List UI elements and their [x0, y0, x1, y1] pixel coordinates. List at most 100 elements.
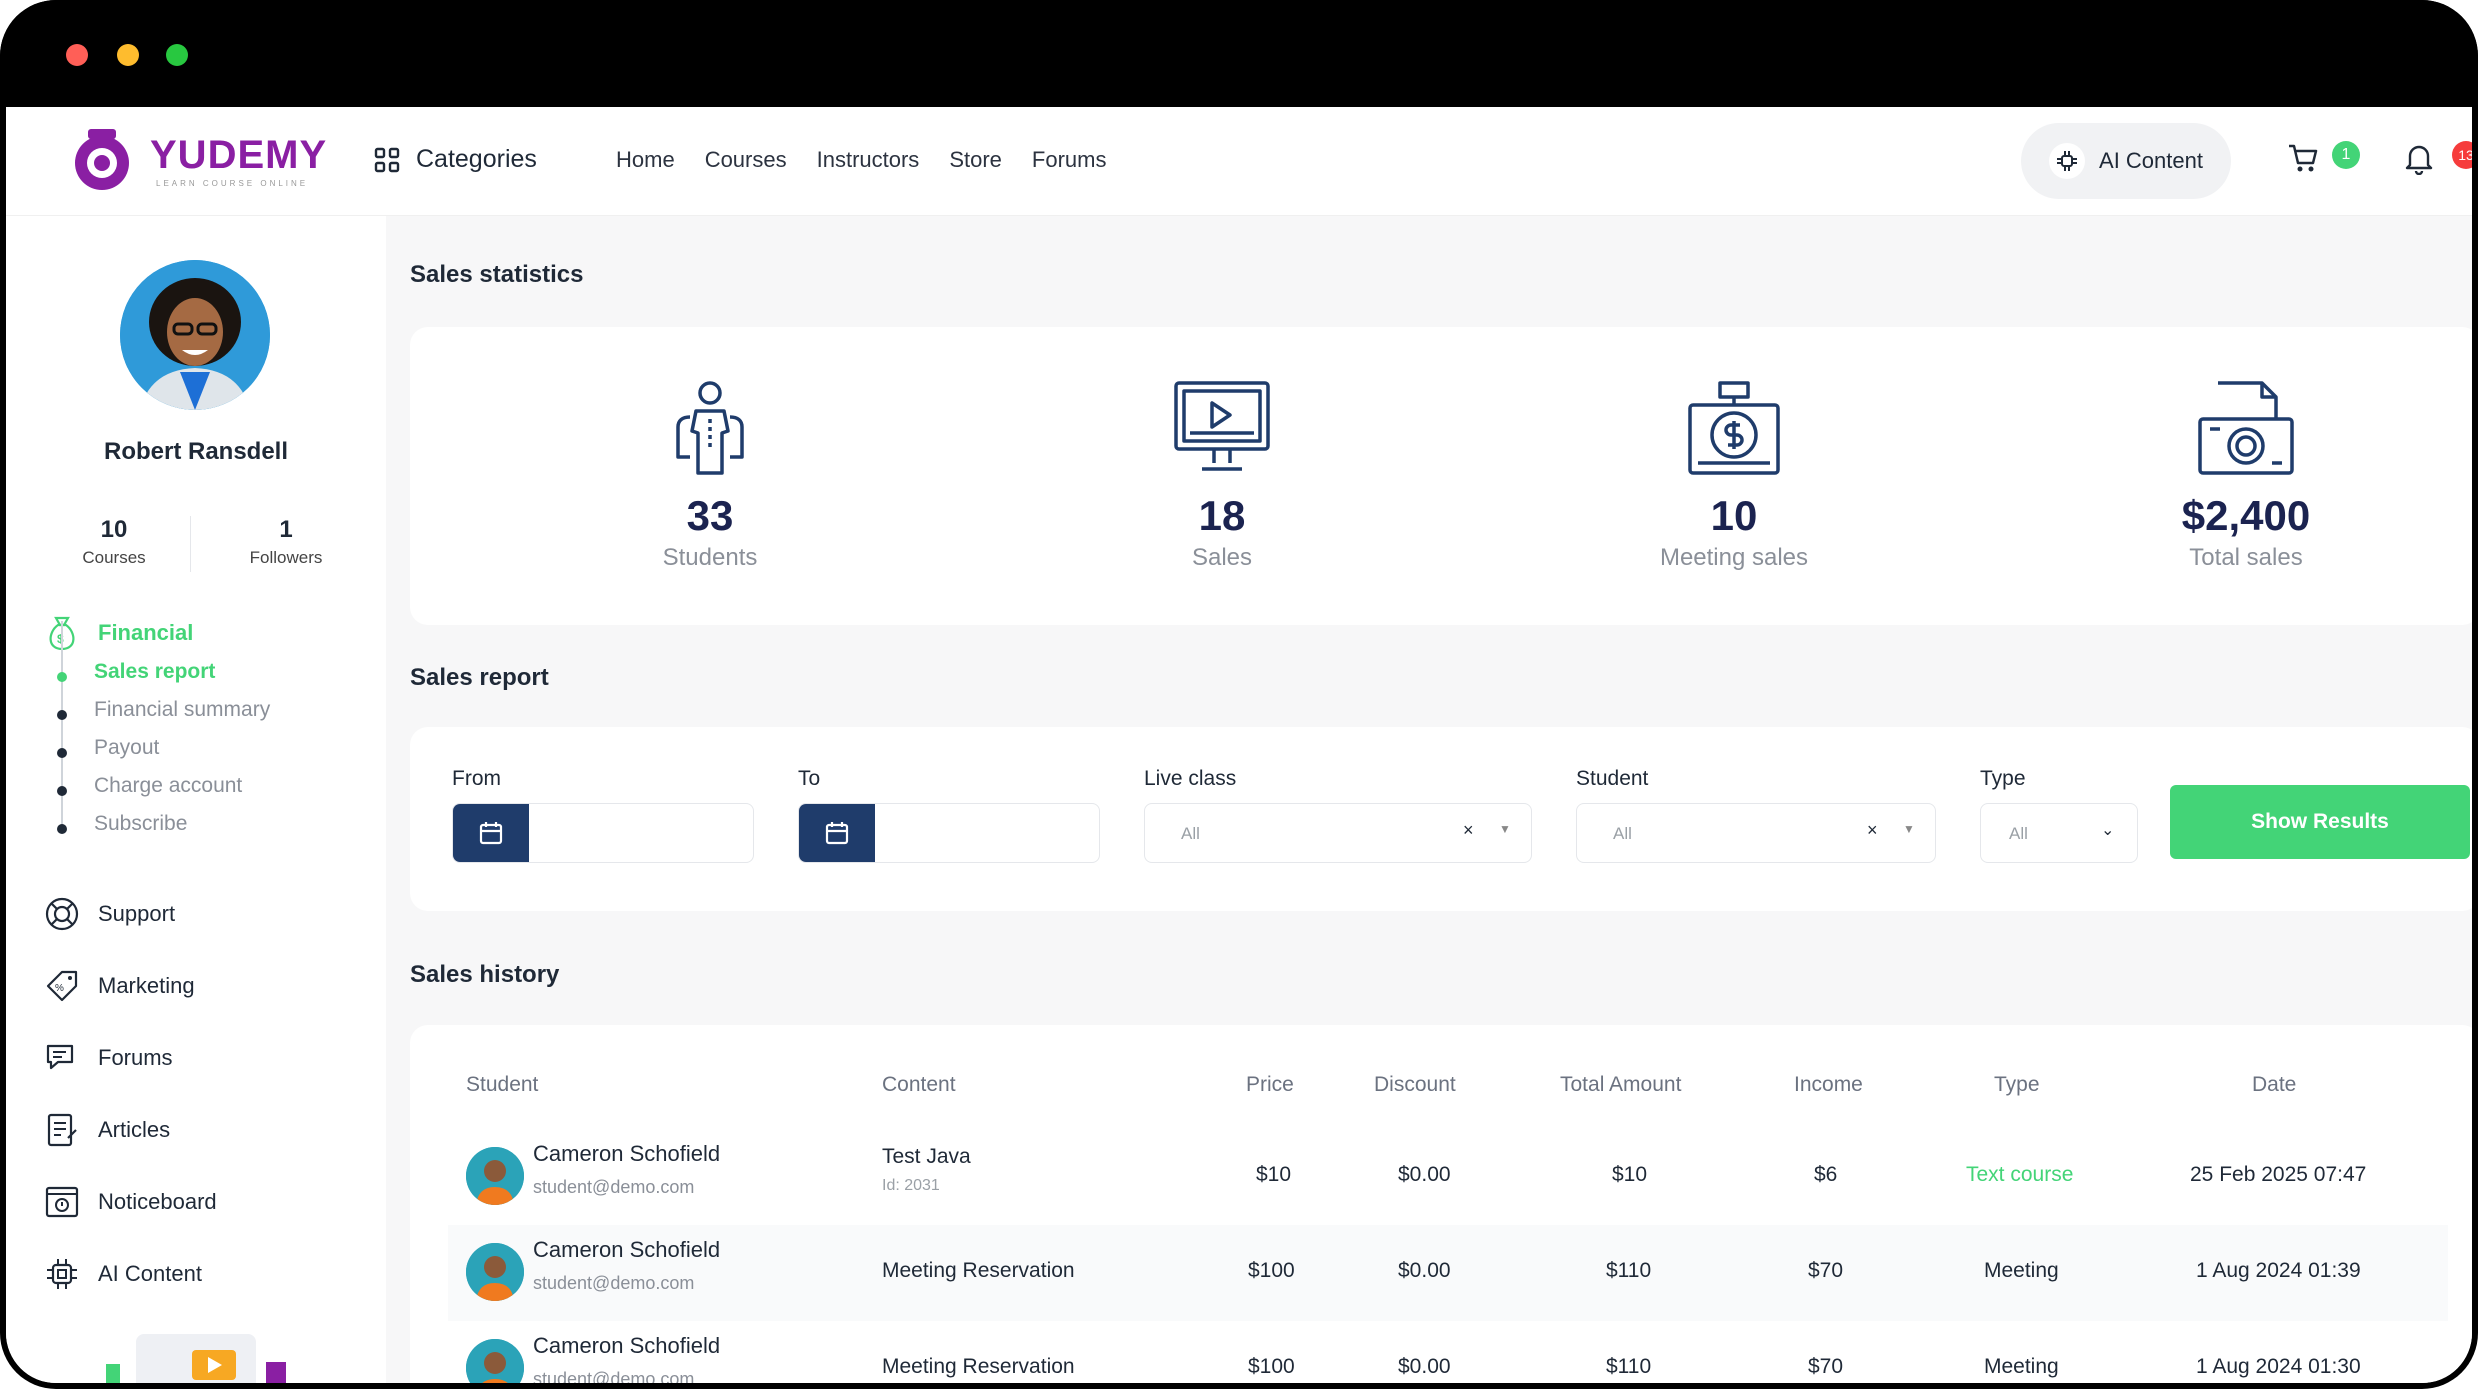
submenu-line [61, 621, 63, 831]
student-select[interactable]: All × ▼ [1576, 803, 1936, 863]
ai-content-button[interactable]: AI Content [2021, 123, 2231, 199]
to-label: To [798, 767, 821, 790]
courses-count: 10 [100, 516, 128, 543]
student-name[interactable]: Cameron Schofield [533, 1237, 720, 1263]
total-sales-label: Total sales [2189, 544, 2303, 571]
table-row[interactable]: Cameron Schofield student@demo.com Meeti… [448, 1225, 2448, 1321]
money-bag-icon [1688, 381, 1780, 475]
avatar[interactable] [120, 260, 270, 410]
courses-stat: 10 Courses [34, 516, 194, 568]
table-row[interactable]: Cameron Schofield student@demo.com Meeti… [448, 1321, 2448, 1383]
kpi-students: 33 Students [560, 379, 860, 572]
sales-report-filter-card: From To Live class All × ▼ Student All ×… [410, 727, 2472, 911]
type-select[interactable]: All ⌄ [1980, 803, 2138, 863]
sales-history-title: Sales history [410, 961, 560, 988]
cart-button[interactable] [2286, 141, 2320, 180]
noticeboard-icon [45, 1186, 79, 1218]
sales-statistics-title: Sales statistics [410, 261, 584, 288]
submenu-bullet [57, 748, 67, 758]
student-name[interactable]: Cameron Schofield [533, 1141, 720, 1167]
income-cell: $6 [1814, 1163, 1838, 1186]
sidebar-item-ai-content[interactable]: AI Content [44, 1256, 202, 1292]
nav-courses[interactable]: Courses [705, 147, 787, 173]
sales-report-title: Sales report [410, 664, 549, 691]
noticeboard-label: Noticeboard [98, 1189, 217, 1214]
sidebar-item-support[interactable]: Support [44, 896, 175, 932]
top-header: YUDEMY LEARN COURSE ONLINE Categories Ho… [6, 107, 2472, 216]
avatar [466, 1147, 524, 1205]
discount-cell: $0.00 [1398, 1259, 1451, 1282]
window-titlebar [0, 0, 2478, 107]
sidebar-item-noticeboard[interactable]: Noticeboard [44, 1184, 217, 1220]
nav-forums[interactable]: Forums [1032, 147, 1107, 173]
sales-value: 18 [1198, 492, 1246, 539]
clear-icon[interactable]: × [1463, 820, 1474, 841]
cart-count-badge: 1 [2332, 141, 2360, 169]
live-class-select[interactable]: All × ▼ [1144, 803, 1532, 863]
nav-home[interactable]: Home [616, 147, 675, 173]
sidebar-item-financial[interactable]: $ Financial [44, 614, 193, 652]
price-cell: $10 [1256, 1163, 1292, 1186]
categories-label: Categories [416, 145, 537, 173]
submenu-bullet [57, 710, 67, 720]
total-cell: $110 [1606, 1355, 1652, 1378]
to-date-input[interactable] [798, 803, 1100, 863]
price-cell: $100 [1248, 1355, 1295, 1378]
calendar-icon[interactable] [453, 804, 529, 862]
income-cell: $70 [1808, 1355, 1844, 1378]
sidebar: Robert Ransdell 10 Courses 1 Followers $… [6, 216, 386, 1383]
submenu-bullet [57, 786, 67, 796]
sidebar-item-financial-summary[interactable]: Financial summary [94, 698, 270, 722]
kpi-meeting-sales: 10 Meeting sales [1584, 379, 1884, 572]
meeting-sales-value: 10 [1710, 492, 1758, 539]
kpi-total-sales: $2,400 Total sales [2096, 379, 2396, 572]
promo-illustration [106, 1334, 286, 1383]
sidebar-item-sales-report[interactable]: Sales report [94, 660, 215, 684]
show-results-button[interactable]: Show Results [2170, 785, 2470, 859]
cart-icon [2289, 144, 2318, 172]
students-icon [676, 381, 744, 475]
support-label: Support [98, 901, 176, 926]
close-window-button[interactable] [66, 44, 88, 66]
sidebar-item-subscribe[interactable]: Subscribe [94, 812, 187, 836]
from-date-input[interactable] [452, 803, 754, 863]
forums-label: Forums [98, 1045, 173, 1070]
nav-instructors[interactable]: Instructors [817, 147, 920, 173]
sidebar-item-marketing[interactable]: % Marketing [44, 968, 195, 1004]
student-email: student@demo.com [533, 1177, 695, 1197]
profile-name: Robert Ransdell [103, 438, 289, 465]
content-title[interactable]: Meeting Reservation [882, 1355, 1075, 1379]
student-label: Student [1576, 767, 1649, 790]
sidebar-item-charge-account[interactable]: Charge account [94, 774, 242, 798]
table-row[interactable]: Cameron Schofield student@demo.com Test … [448, 1129, 2448, 1225]
column-header-price: Price [1246, 1073, 1294, 1096]
student-name[interactable]: Cameron Schofield [533, 1333, 720, 1359]
categories-menu[interactable]: Categories [374, 145, 537, 174]
ai-content-label: AI Content [2099, 148, 2203, 173]
total-cell: $10 [1612, 1163, 1648, 1186]
courses-label: Courses [82, 548, 146, 567]
nav-store[interactable]: Store [949, 147, 1002, 173]
maximize-window-button[interactable] [166, 44, 188, 66]
student-email: student@demo.com [533, 1369, 695, 1383]
clear-icon[interactable]: × [1867, 820, 1878, 841]
minimize-window-button[interactable] [117, 44, 139, 66]
calendar-icon[interactable] [799, 804, 875, 862]
followers-label: Followers [249, 548, 323, 567]
main-nav: Home Courses Instructors Store Forums [616, 147, 1106, 173]
ai-content-sidebar-label: AI Content [98, 1261, 202, 1286]
marketing-label: Marketing [98, 973, 195, 998]
live-class-label: Live class [1144, 767, 1237, 790]
student-value: All [1613, 824, 1632, 843]
sidebar-item-forums[interactable]: Forums [44, 1040, 173, 1076]
content-title[interactable]: Test Java [882, 1145, 971, 1169]
grid-icon [374, 147, 400, 172]
notifications-button[interactable] [2404, 143, 2434, 180]
type-cell: Text course [1966, 1163, 2074, 1186]
content-title[interactable]: Meeting Reservation [882, 1259, 1075, 1283]
sidebar-item-articles[interactable]: Articles [44, 1112, 170, 1148]
income-cell: $70 [1808, 1259, 1844, 1282]
sidebar-item-payout[interactable]: Payout [94, 736, 159, 760]
brand-logo[interactable]: YUDEMY LEARN COURSE ONLINE [68, 129, 326, 193]
article-icon [47, 1113, 77, 1147]
